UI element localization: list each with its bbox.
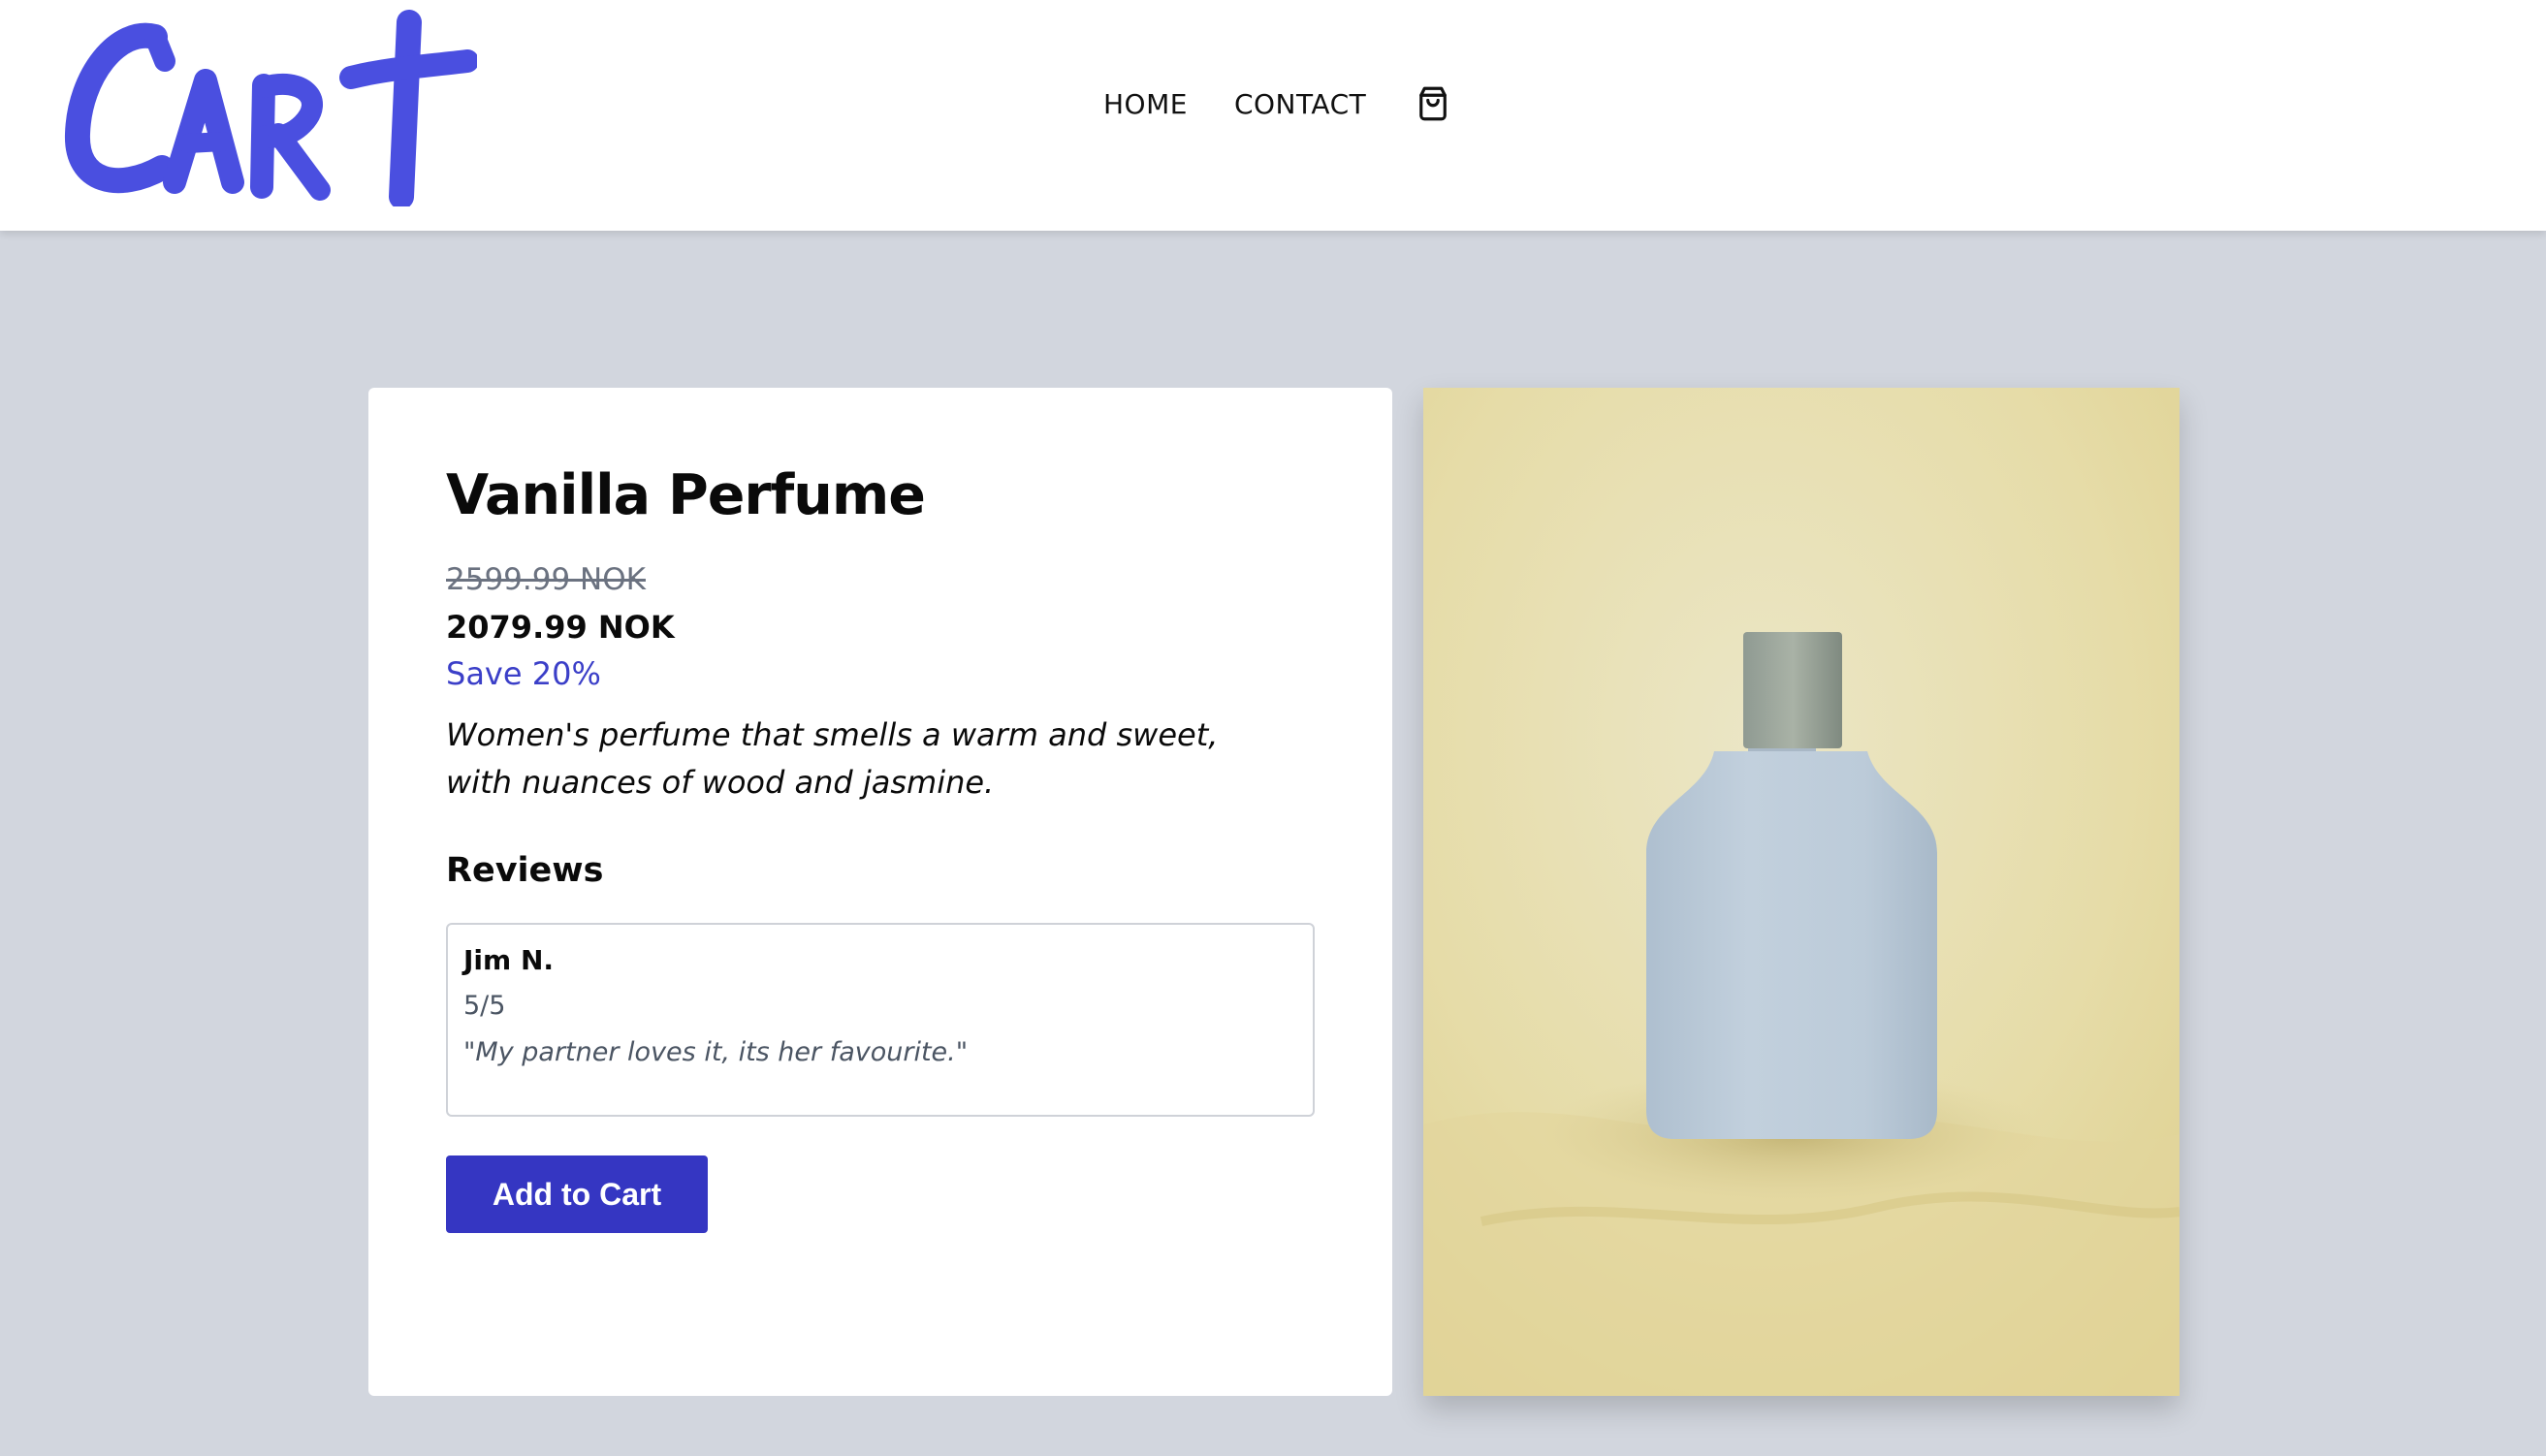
- original-price: 2599.99 NOK: [446, 562, 646, 597]
- product-image: [1423, 388, 2180, 1396]
- cart-logo[interactable]: [60, 8, 477, 206]
- product-description: Women's perfume that smells a warm and s…: [446, 716, 1219, 801]
- product-title: Vanilla Perfume: [446, 463, 926, 527]
- review-author: Jim N.: [463, 944, 555, 976]
- perfume-bottle-image: [1423, 388, 2180, 1396]
- site-header: HOME CONTACT: [0, 0, 2546, 231]
- discounted-price: 2079.99 NOK: [446, 609, 675, 646]
- review-rating: 5/5: [463, 991, 506, 1021]
- review-text: "My partner loves it, its her favourite.…: [463, 1037, 969, 1067]
- shopping-bag-icon[interactable]: [1413, 83, 1453, 124]
- nav-contact-link[interactable]: CONTACT: [1234, 88, 1366, 120]
- product-details-card: Vanilla Perfume 2599.99 NOK 2079.99 NOK …: [368, 388, 1392, 1396]
- savings-label: Save 20%: [446, 655, 601, 692]
- add-to-cart-button[interactable]: Add to Cart: [446, 1155, 708, 1233]
- nav-home-link[interactable]: HOME: [1103, 88, 1188, 120]
- reviews-heading: Reviews: [446, 851, 604, 890]
- cart-logo-graphic: [65, 10, 477, 206]
- review-card: Jim N. 5/5 "My partner loves it, its her…: [446, 923, 1315, 1117]
- main-nav: HOME CONTACT: [1103, 79, 1453, 128]
